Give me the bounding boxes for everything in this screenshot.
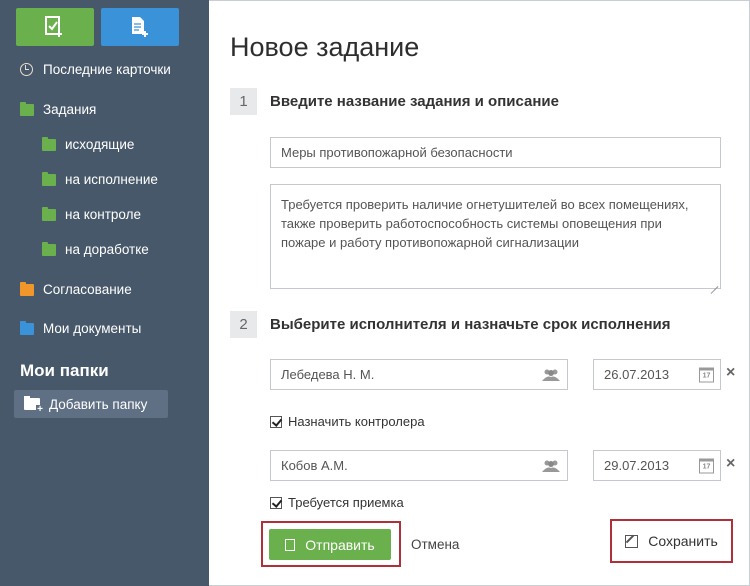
sidebar-item-tasks[interactable]: Задания <box>20 101 97 117</box>
task-description-textarea[interactable]: Требуется проверить наличие огнетушителе… <box>270 184 721 289</box>
sidebar-item-label: на контроле <box>65 207 142 222</box>
my-folders-title: Мои папки <box>20 361 109 380</box>
executor-date-input[interactable]: 26.07.2013 17 <box>593 359 721 390</box>
checkbox-checked-icon[interactable] <box>270 496 282 509</box>
people-icon[interactable] <box>542 460 560 472</box>
remove-controller-icon[interactable]: × <box>726 455 735 473</box>
add-folder-button[interactable]: Добавить папку <box>14 390 168 418</box>
sidebar-item-label: Последние карточки <box>43 62 171 77</box>
sidebar-item-label: на исполнение <box>65 172 158 187</box>
sidebar: Последние карточки Задания исходящие на … <box>0 0 209 586</box>
sidebar-item-label: Задания <box>43 102 97 117</box>
folder-icon <box>20 320 34 335</box>
executor-date-value: 26.07.2013 <box>604 367 670 382</box>
controller-date-value: 29.07.2013 <box>604 458 670 473</box>
save-label: Сохранить <box>648 533 718 549</box>
folder-icon <box>42 136 56 151</box>
edit-icon <box>625 534 639 548</box>
remove-executor-icon[interactable]: × <box>726 364 735 382</box>
people-icon[interactable] <box>542 369 560 381</box>
step-heading: Введите название задания и описание <box>270 93 559 110</box>
checkbox-checked-icon[interactable] <box>270 415 282 428</box>
sidebar-item-for-execution[interactable]: на исполнение <box>42 171 158 187</box>
sidebar-item-label: на доработке <box>65 242 149 257</box>
add-folder-icon <box>24 396 44 415</box>
task-description-text: Требуется проверить наличие огнетушителе… <box>281 197 689 250</box>
new-task-icon <box>45 16 62 37</box>
controller-date-input[interactable]: 29.07.2013 17 <box>593 450 721 481</box>
send-button[interactable]: Отправить <box>269 529 391 560</box>
new-document-icon <box>132 17 148 37</box>
folder-icon <box>42 206 56 221</box>
sidebar-item-label: Согласование <box>43 282 132 297</box>
folder-icon <box>20 101 34 116</box>
executor-value: Лебедева Н. М. <box>281 367 375 382</box>
resize-handle-icon[interactable] <box>710 278 718 286</box>
clock-icon <box>20 63 33 76</box>
send-document-icon <box>285 538 296 551</box>
step-number: 2 <box>230 311 257 338</box>
new-document-button[interactable] <box>101 8 179 46</box>
calendar-icon[interactable]: 17 <box>699 458 714 473</box>
sidebar-item-recent-cards[interactable]: Последние карточки <box>20 62 171 77</box>
step-number: 1 <box>230 88 257 115</box>
sidebar-item-for-revision[interactable]: на доработке <box>42 241 149 257</box>
sidebar-item-outgoing[interactable]: исходящие <box>42 136 135 152</box>
sidebar-item-my-documents[interactable]: Мои документы <box>20 320 142 336</box>
folder-icon <box>20 281 34 296</box>
sidebar-item-on-control[interactable]: на контроле <box>42 206 142 222</box>
sidebar-item-label: исходящие <box>65 137 135 152</box>
calendar-icon[interactable]: 17 <box>699 367 714 382</box>
checkbox-label: Требуется приемка <box>288 495 404 510</box>
page-title: Новое задание <box>230 32 420 62</box>
save-button[interactable]: Сохранить <box>610 519 733 563</box>
send-label: Отправить <box>305 536 375 553</box>
controller-input[interactable]: Кобов А.М. <box>270 450 568 481</box>
cancel-link[interactable]: Отмена <box>411 537 459 552</box>
controller-value: Кобов А.М. <box>281 458 348 473</box>
folder-icon <box>42 171 56 186</box>
step-heading: Выберите исполнителя и назначьте срок ис… <box>270 316 671 333</box>
sidebar-item-label: Мои документы <box>43 321 142 336</box>
assign-controller-checkbox[interactable]: Назначить контролера <box>270 414 425 429</box>
add-folder-label: Добавить папку <box>49 396 148 412</box>
new-task-button[interactable] <box>16 8 94 46</box>
folder-icon <box>42 241 56 256</box>
sidebar-item-approval[interactable]: Согласование <box>20 281 132 297</box>
acceptance-required-checkbox[interactable]: Требуется приемка <box>270 495 404 510</box>
executor-input[interactable]: Лебедева Н. М. <box>270 359 568 390</box>
task-name-input[interactable]: Меры противопожарной безопасности <box>270 137 721 168</box>
checkbox-label: Назначить контролера <box>288 414 425 429</box>
